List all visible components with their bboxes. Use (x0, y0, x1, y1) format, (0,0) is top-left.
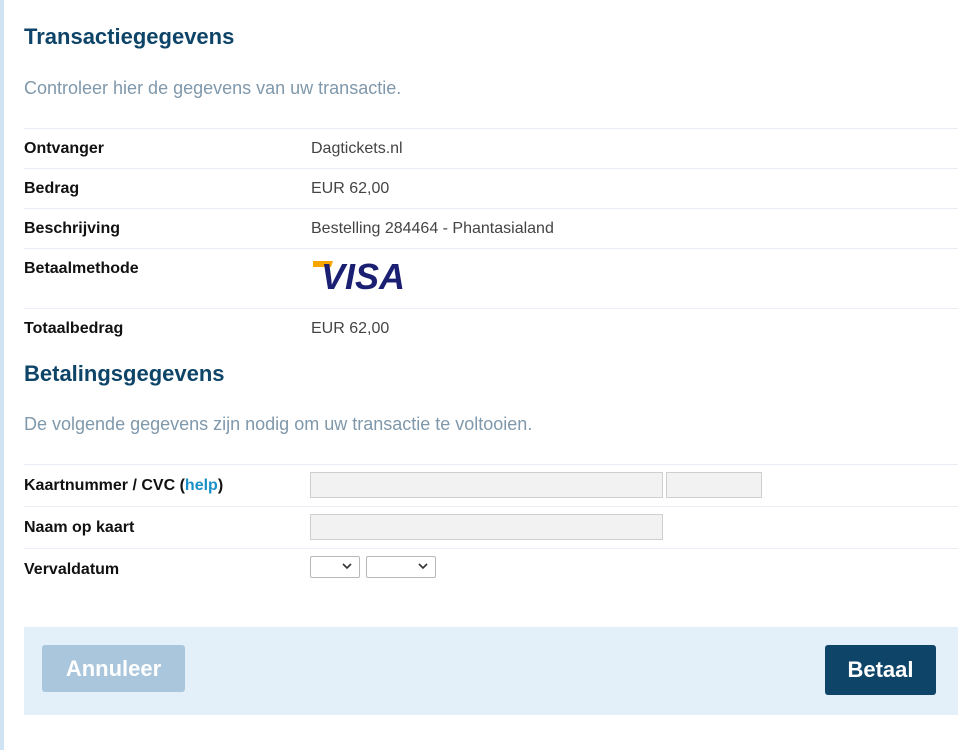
payment-title: Betalingsgegevens (24, 361, 225, 386)
payment-intro: De volgende gegevens zijn nodig om uw tr… (24, 414, 533, 434)
action-bar: Annuleer Betaal (24, 627, 958, 715)
chevron-down-icon (418, 563, 428, 570)
expiry-year-select[interactable] (366, 556, 436, 578)
transaction-title: Transactiegegevens (24, 24, 235, 49)
pay-button[interactable]: Betaal (825, 645, 936, 695)
cancel-button[interactable]: Annuleer (42, 645, 185, 692)
card-name-input[interactable] (310, 514, 663, 540)
visa-logo: VISA (313, 257, 405, 293)
description-value: Bestelling 284464 - Phantasialand (311, 220, 554, 237)
card-name-label: Naam op kaart (24, 519, 135, 536)
payment-method-label: Betaalmethode (24, 260, 139, 277)
row-description: Beschrijving Bestelling 284464 - Phantas… (24, 208, 958, 248)
help-link[interactable]: help (185, 477, 218, 494)
card-number-label: Kaartnummer / CVC (help) (24, 477, 223, 495)
row-payment-method: Betaalmethode VISA (24, 248, 958, 308)
cvc-input[interactable] (666, 472, 762, 498)
recipient-label: Ontvanger (24, 140, 105, 157)
transaction-intro: Controleer hier de gegevens van uw trans… (24, 78, 402, 98)
payment-page: Transactiegegevens Controleer hier de ge… (0, 0, 966, 750)
row-recipient: Ontvanger Dagtickets.nl (24, 128, 958, 168)
row-expiry: Vervaldatum (24, 548, 958, 590)
card-number-label-suffix: ) (217, 477, 224, 494)
recipient-value: Dagtickets.nl (311, 140, 403, 157)
row-amount: Bedrag EUR 62,00 (24, 168, 958, 208)
total-label: Totaalbedrag (24, 320, 124, 337)
row-card-name: Naam op kaart (24, 506, 958, 548)
description-label: Beschrijving (24, 220, 121, 237)
visa-logo-text: VISA (321, 257, 405, 293)
card-number-label-text: Kaartnummer / CVC ( (24, 477, 185, 494)
row-card-number: Kaartnummer / CVC (help) (24, 464, 958, 506)
amount-label: Bedrag (24, 180, 80, 197)
row-total: Totaalbedrag EUR 62,00 (24, 308, 958, 348)
expiry-label: Vervaldatum (24, 561, 120, 578)
chevron-down-icon (342, 563, 352, 570)
total-value: EUR 62,00 (311, 320, 390, 337)
card-number-input[interactable] (310, 472, 663, 498)
amount-value: EUR 62,00 (311, 180, 390, 197)
expiry-month-select[interactable] (310, 556, 360, 578)
